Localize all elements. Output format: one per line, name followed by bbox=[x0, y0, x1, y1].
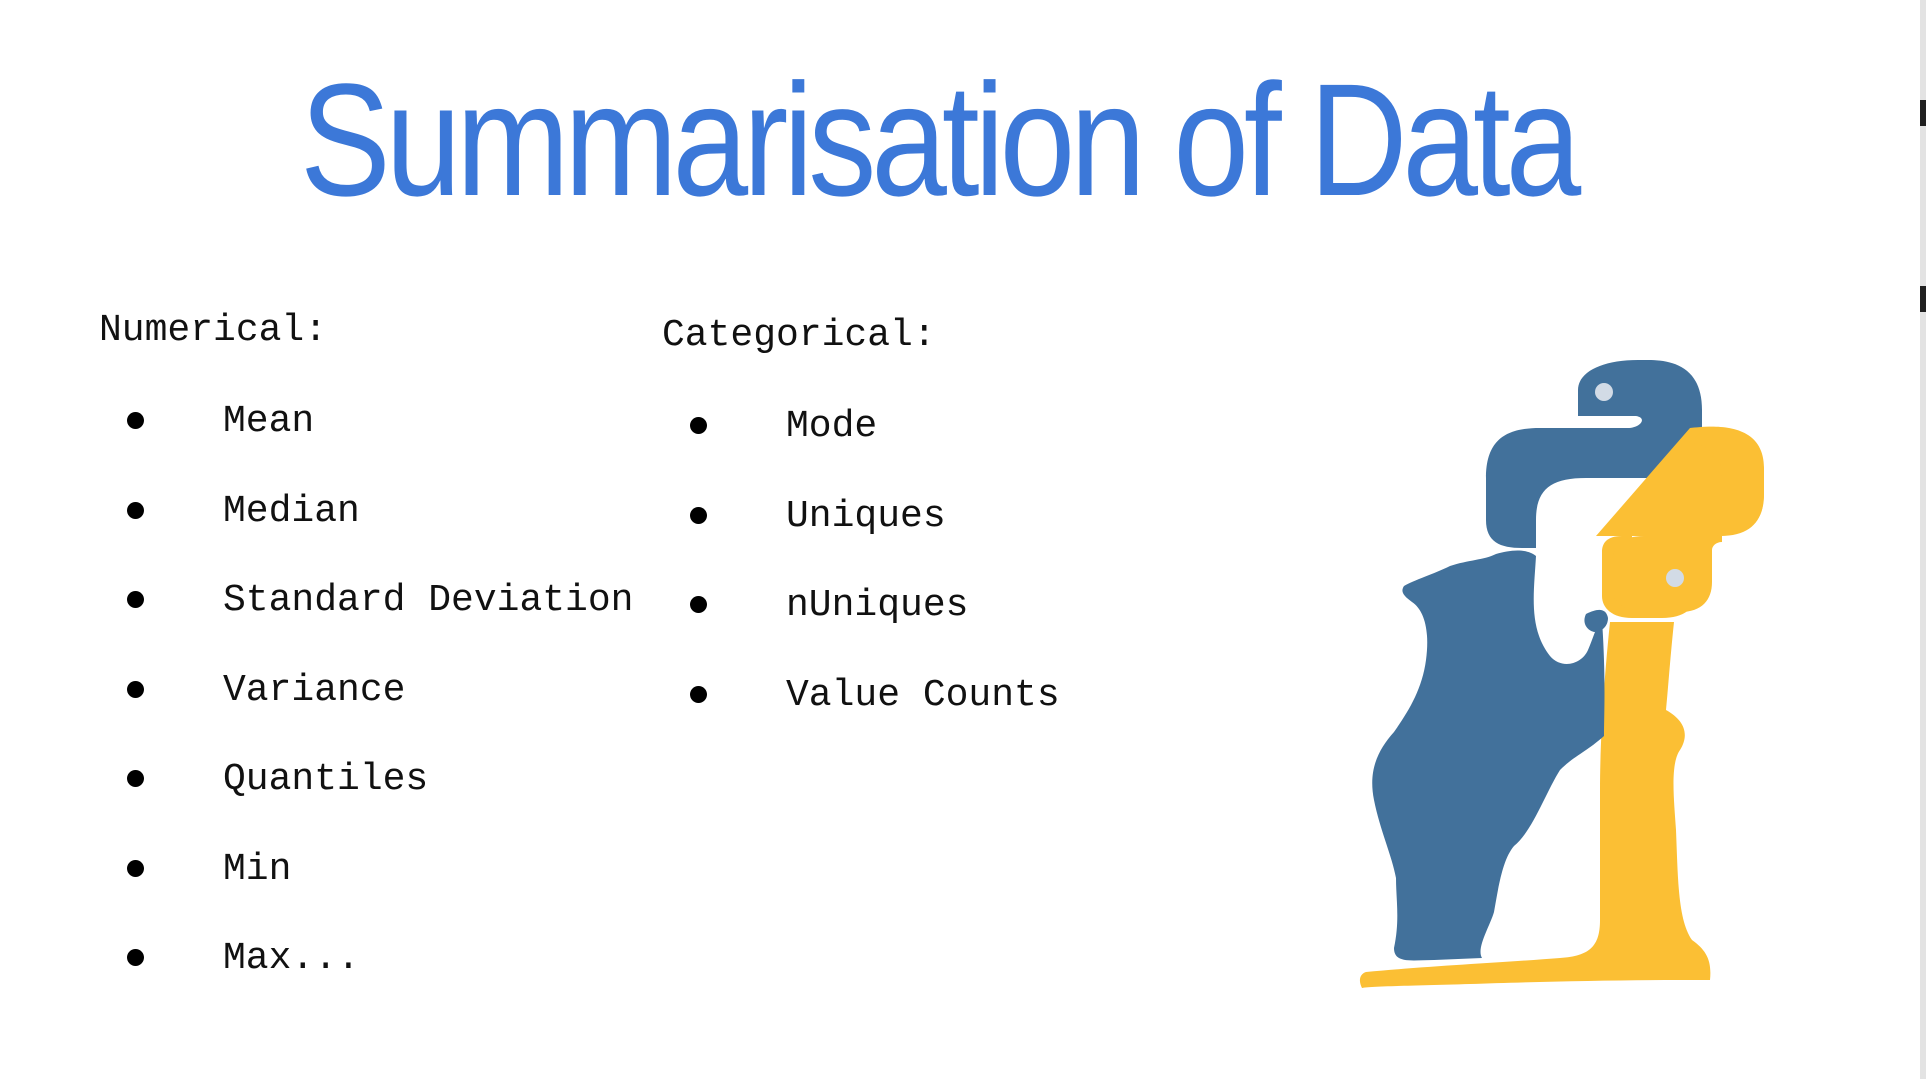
list-item: Standard Deviation bbox=[127, 579, 647, 669]
bullet-icon bbox=[127, 770, 144, 787]
list-item: Value Counts bbox=[690, 674, 1170, 764]
scrollbar-mark bbox=[1920, 286, 1926, 312]
categorical-heading: Categorical: bbox=[662, 314, 936, 357]
scrollbar[interactable] bbox=[1920, 0, 1926, 1079]
bullet-icon bbox=[127, 501, 144, 519]
list-item: Variance bbox=[127, 669, 647, 759]
list-item-label: Quantiles bbox=[223, 758, 429, 801]
list-item: nUniques bbox=[690, 584, 1170, 674]
list-item-label: Value Counts bbox=[786, 673, 1060, 717]
python-eye bbox=[1666, 569, 1684, 587]
bullet-icon bbox=[127, 680, 144, 698]
list-item-label: Median bbox=[223, 489, 360, 533]
list-item-label: Uniques bbox=[786, 494, 946, 538]
pandas-python-bear-logo-icon bbox=[1359, 360, 1764, 988]
list-item: Quantiles bbox=[127, 758, 647, 848]
numerical-heading: Numerical: bbox=[99, 309, 328, 352]
bullet-icon bbox=[127, 412, 144, 429]
list-item-label: Mean bbox=[223, 400, 315, 443]
bullet-icon bbox=[127, 591, 144, 608]
bullet-icon bbox=[690, 685, 707, 703]
bullet-icon bbox=[127, 859, 144, 877]
bullet-icon bbox=[690, 596, 707, 613]
logo-bear-paw bbox=[1584, 609, 1608, 632]
list-item: Median bbox=[127, 490, 647, 580]
list-item-label: Mode bbox=[786, 405, 878, 448]
python-eye bbox=[1595, 383, 1613, 401]
list-item: Mean bbox=[127, 400, 647, 490]
list-item-label: Standard Deviation bbox=[223, 579, 634, 622]
list-item: Max... bbox=[127, 937, 647, 1027]
logo-bear bbox=[1372, 550, 1605, 961]
bullet-icon bbox=[127, 949, 144, 966]
slide-title: Summarisation of Data bbox=[300, 50, 1581, 229]
list-item: Mode bbox=[690, 405, 1170, 495]
slide: Summarisation of Data Numerical: Mean Me… bbox=[0, 0, 1926, 1079]
list-item: Min bbox=[127, 848, 647, 938]
list-item-label: Variance bbox=[223, 668, 406, 712]
categorical-list: Mode Uniques nUniques Value Counts bbox=[690, 405, 1170, 763]
list-item-label: Min bbox=[223, 847, 292, 891]
numerical-list: Mean Median Standard Deviation Variance … bbox=[127, 400, 647, 1027]
bullet-icon bbox=[690, 417, 707, 434]
list-item-label: Max... bbox=[223, 937, 360, 980]
list-item-label: nUniques bbox=[786, 584, 969, 627]
bullet-icon bbox=[690, 506, 707, 524]
scrollbar-mark bbox=[1920, 100, 1926, 126]
list-item: Uniques bbox=[690, 495, 1170, 585]
